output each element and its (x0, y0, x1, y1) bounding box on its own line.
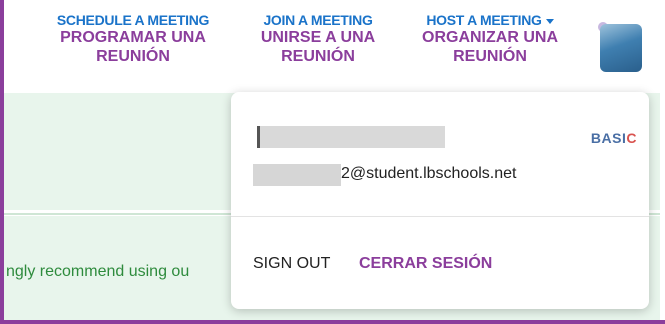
redacted-email-prefix (253, 164, 341, 186)
nav-schedule-label: SCHEDULE A MEETING (56, 12, 210, 28)
sign-out-translation: CERRAR SESIÓN (359, 255, 493, 272)
account-email: 2@student.lbschools.net (341, 165, 517, 182)
nav-schedule-meeting[interactable]: SCHEDULE A MEETING PROGRAMAR UNA REUNIÓN (38, 12, 228, 66)
nav-host-meeting[interactable]: HOST A MEETING ORGANIZAR UNA REUNIÓN (405, 12, 575, 66)
nav-schedule-translation: PROGRAMAR UNA REUNIÓN (60, 29, 206, 65)
nav-join-label: JOIN A MEETING (263, 12, 373, 28)
dropdown-divider (231, 216, 649, 217)
redacted-name (257, 126, 445, 148)
avatar[interactable] (600, 24, 642, 72)
nav-join-meeting[interactable]: JOIN A MEETING UNIRSE A UNA REUNIÓN (238, 12, 398, 66)
sign-out-button[interactable]: SIGN OUT (253, 255, 330, 273)
nav-join-translation: UNIRSE A UNA REUNIÓN (260, 29, 376, 65)
plan-badge: BASIC (591, 130, 637, 146)
nav-host-label-wrap: HOST A MEETING (405, 12, 575, 28)
nav-host-translation: ORGANIZAR UNA REUNIÓN (422, 29, 558, 65)
recommendation-text: ngly recommend using ou (6, 263, 190, 280)
nav-host-label: HOST A MEETING (426, 12, 542, 28)
account-dropdown: BASIC 2@student.lbschools.net SIGN OUT C… (231, 92, 649, 309)
plan-badge-text: BASI (590, 130, 627, 146)
plan-badge-last-letter: C (626, 130, 637, 146)
page-frame: SCHEDULE A MEETING PROGRAMAR UNA REUNIÓN… (0, 0, 665, 324)
caret-down-icon (545, 18, 554, 24)
frame-border-bottom (0, 320, 665, 324)
